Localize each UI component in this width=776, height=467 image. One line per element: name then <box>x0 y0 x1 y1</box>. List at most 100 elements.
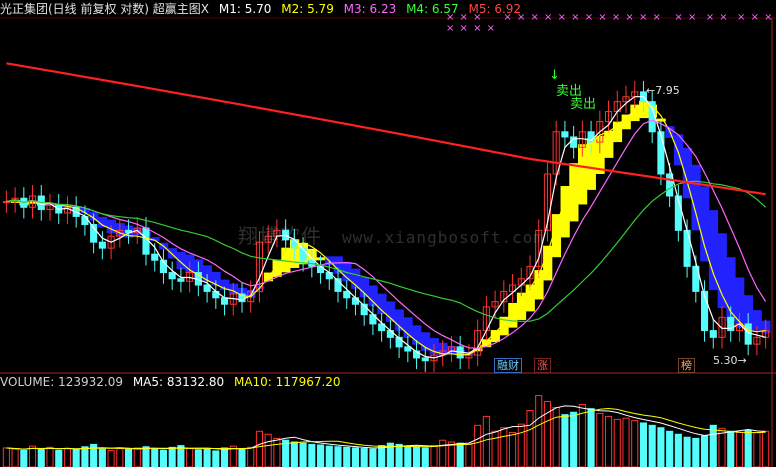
candle-body <box>421 357 429 362</box>
candle-body <box>683 229 691 267</box>
volume-bar <box>744 429 752 467</box>
volume-bar <box>72 449 80 467</box>
volume-bar <box>421 447 429 467</box>
volume-bar <box>378 445 386 467</box>
volume-bar <box>124 448 133 467</box>
volume-bar <box>491 430 499 467</box>
volume-bar <box>692 437 700 467</box>
volume-bar <box>700 435 709 467</box>
volume-bar <box>343 446 351 467</box>
volume-bar <box>465 443 473 467</box>
volume-ma10: MA10: 117967.20 <box>233 375 341 389</box>
volume-ma5: MA5: 83132.80 <box>132 375 225 389</box>
volume-bar <box>55 449 63 467</box>
band-segment <box>708 210 719 291</box>
volume-bar <box>151 448 159 467</box>
volume-header: VOLUME: 123932.09 MA5: 83132.80 MA10: 11… <box>0 375 347 389</box>
volume-bar <box>526 409 534 467</box>
band-segment <box>700 186 710 262</box>
volume-bar <box>290 441 298 467</box>
event-tag-3[interactable]: 榜 <box>678 358 695 373</box>
volume-bar <box>439 439 447 467</box>
candle-body <box>168 272 176 280</box>
volume-bar <box>168 446 176 467</box>
volume-bar <box>587 408 595 467</box>
volume-bar <box>37 448 45 467</box>
volume-bar <box>107 449 115 467</box>
signal-x-marks: × × × × × × × × × × × × × × × × × × × × … <box>446 12 774 34</box>
band-segment <box>368 285 378 307</box>
volume-bar <box>316 444 325 467</box>
volume-bar <box>369 448 377 467</box>
ma3-value: M3: 6.23 <box>343 2 397 16</box>
volume-bar <box>203 448 211 467</box>
volume-bar <box>220 447 229 467</box>
volume-bar <box>482 415 490 467</box>
volume-bar <box>299 442 307 467</box>
volume-bar <box>395 443 403 467</box>
candle-body <box>177 278 185 282</box>
volume-bar <box>622 417 630 467</box>
volume-bar <box>63 448 72 467</box>
volume-bar <box>46 446 54 467</box>
volume-bar <box>28 445 37 467</box>
volume-bar <box>116 448 124 467</box>
chart-title: 光正集团(日线 前复权 对数) 超赢主图X <box>0 2 210 16</box>
volume-bar <box>212 450 220 467</box>
volume-bar <box>666 430 674 467</box>
volume-bar <box>2 447 10 467</box>
volume-bar <box>709 424 717 467</box>
candle-body <box>351 297 360 305</box>
candle-body <box>386 330 394 338</box>
volume-bar <box>334 446 342 467</box>
volume-bar <box>20 449 28 467</box>
volume-bar <box>735 431 744 467</box>
volume-bar <box>186 448 194 467</box>
volume-bar <box>238 448 246 467</box>
volume-bar <box>81 446 89 467</box>
candle-body <box>709 330 717 338</box>
volume-bar <box>325 445 333 467</box>
candle-body <box>98 241 106 249</box>
candle-body <box>151 253 159 261</box>
volume-bar <box>500 427 508 467</box>
volume-bar <box>683 436 691 467</box>
candle-body <box>343 290 351 299</box>
event-tag-1[interactable]: 融财 <box>494 358 522 373</box>
watermark: 翔博软件 www.xiangbosoft.com <box>238 224 545 248</box>
peak-price-label: ←7.95 <box>646 84 680 97</box>
band-segment <box>717 233 727 309</box>
volume-bar <box>648 424 656 467</box>
volume-value: VOLUME: 123932.09 <box>0 375 123 389</box>
sell-signal-label-2: 卖出 <box>570 97 597 112</box>
band-segment <box>604 130 614 158</box>
volume-bar <box>570 411 578 467</box>
volume-bar <box>517 423 525 467</box>
volume-bar <box>11 448 19 467</box>
volume-bar <box>674 433 682 467</box>
volume-bar <box>430 445 438 467</box>
volume-bar <box>613 418 621 467</box>
volume-bar <box>639 422 648 467</box>
volume-bar <box>552 406 560 467</box>
band-segment <box>176 251 186 270</box>
volume-bar <box>412 446 421 467</box>
ma1-value: M1: 5.70 <box>218 2 272 16</box>
volume-bar <box>142 446 150 467</box>
volume-bar <box>247 446 255 467</box>
volume-bar <box>508 431 517 467</box>
volume-bar <box>727 430 735 467</box>
volume-bar <box>404 445 412 467</box>
candle-body <box>220 297 229 305</box>
volume-bar <box>604 415 613 467</box>
band-segment <box>612 121 623 143</box>
candle-body <box>666 173 674 197</box>
event-tag-2[interactable]: 涨 <box>534 358 551 373</box>
volume-bar <box>133 447 141 467</box>
volume-bar <box>308 443 316 467</box>
volume-bar <box>596 412 604 467</box>
candle-body <box>657 131 665 175</box>
volume-bar <box>561 414 569 467</box>
volume-bars <box>2 395 770 467</box>
volume-bar <box>351 447 360 467</box>
